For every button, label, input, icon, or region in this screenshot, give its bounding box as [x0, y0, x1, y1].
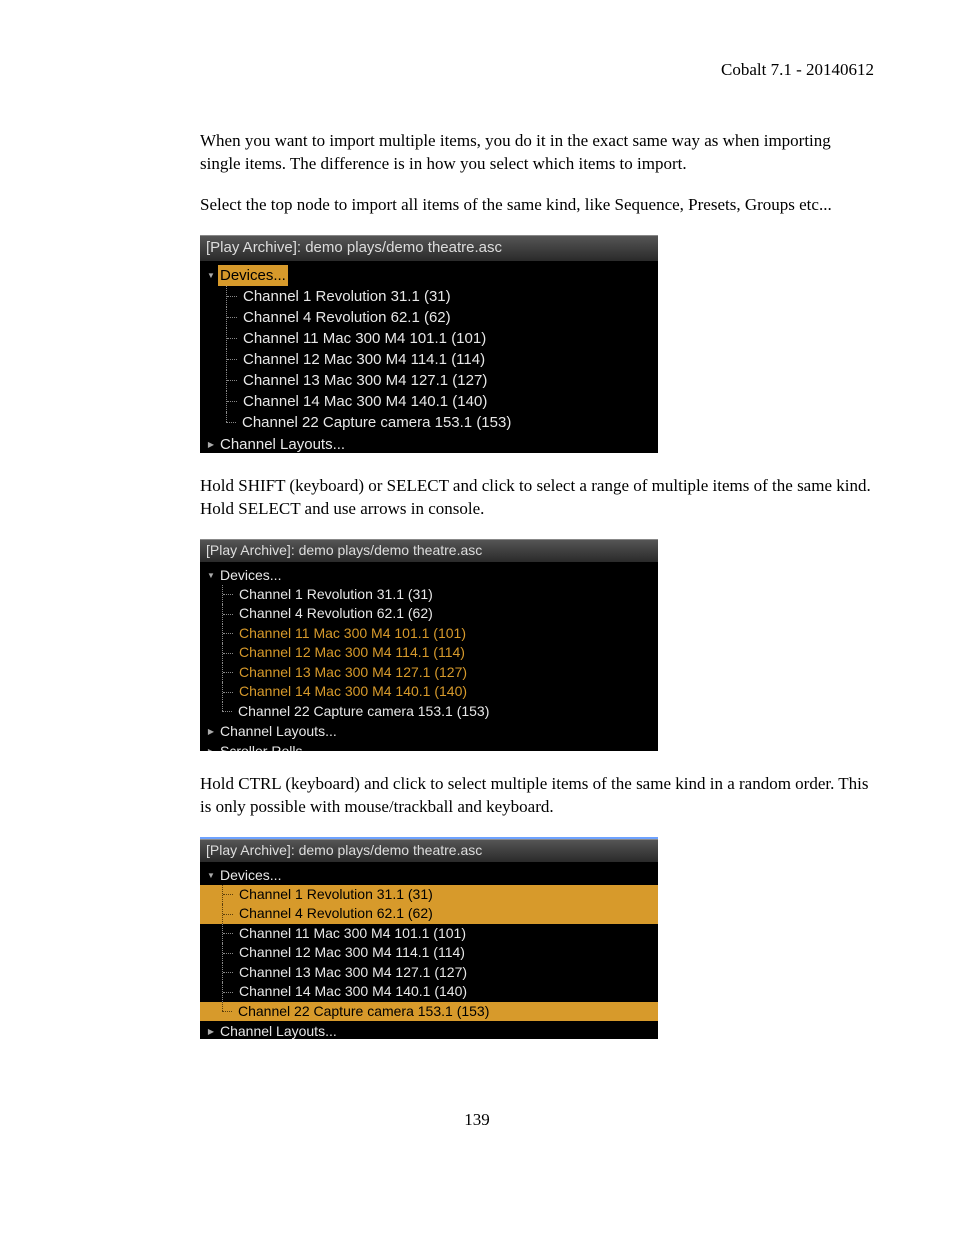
tree-item[interactable]: Channel 13 Mac 300 M4 127.1 (127) [200, 663, 658, 683]
tree-item[interactable]: Channel 12 Mac 300 M4 114.1 (114) [200, 643, 658, 663]
paragraph: When you want to import multiple items, … [200, 130, 874, 176]
category-label: Channel Layouts... [218, 722, 339, 741]
tree-item[interactable]: Channel 11 Mac 300 M4 101.1 (101) [200, 924, 658, 944]
paragraph: Hold CTRL (keyboard) and click to select… [200, 773, 874, 819]
tree-item[interactable]: Channel 1 Revolution 31.1 (31) [200, 286, 658, 307]
paragraph: Hold SHIFT (keyboard) or SELECT and clic… [200, 475, 874, 521]
tree-item[interactable]: Channel 11 Mac 300 M4 101.1 (101) [200, 328, 658, 349]
page-header: Cobalt 7.1 - 20140612 [200, 60, 874, 80]
tree-item[interactable]: Channel 4 Revolution 62.1 (62) [200, 904, 658, 924]
chevron-right-icon[interactable] [206, 434, 216, 453]
tree-item[interactable]: Channel 13 Mac 300 M4 127.1 (127) [200, 370, 658, 391]
tree-item[interactable]: Channel 12 Mac 300 M4 114.1 (114) [200, 943, 658, 963]
tree-item[interactable]: Channel 14 Mac 300 M4 140.1 (140) [200, 391, 658, 412]
archive-panel-1: [Play Archive]: demo plays/demo theatre.… [200, 235, 658, 453]
chevron-right-icon[interactable] [206, 742, 216, 751]
paragraph: Select the top node to import all items … [200, 194, 874, 217]
tree-category-devices[interactable]: Devices... [200, 565, 658, 585]
chevron-down-icon[interactable] [206, 265, 216, 286]
category-label: Devices... [218, 566, 283, 585]
category-label: Channel Layouts... [218, 434, 347, 453]
tree: Devices... Channel 1 Revolution 31.1 (31… [200, 863, 658, 1039]
tree-category-devices[interactable]: Devices... [200, 264, 658, 286]
chevron-down-icon[interactable] [206, 566, 216, 585]
tree-item[interactable]: Channel 22 Capture camera 153.1 (153) [200, 412, 658, 433]
tree-item[interactable]: Channel 12 Mac 300 M4 114.1 (114) [200, 349, 658, 370]
tree-item[interactable]: Channel 4 Revolution 62.1 (62) [200, 604, 658, 624]
chevron-down-icon[interactable] [206, 866, 216, 885]
tree: Devices... Channel 1 Revolution 31.1 (31… [200, 563, 658, 751]
category-label: Devices... [218, 866, 283, 885]
tree-category-devices[interactable]: Devices... [200, 865, 658, 885]
tree-item[interactable]: Channel 22 Capture camera 153.1 (153) [200, 702, 658, 722]
chevron-right-icon[interactable] [206, 1022, 216, 1039]
category-label: Devices... [218, 265, 288, 286]
tree-category-layouts[interactable]: Channel Layouts... [200, 433, 658, 453]
tree-item[interactable]: Channel 14 Mac 300 M4 140.1 (140) [200, 982, 658, 1002]
chevron-right-icon[interactable] [206, 722, 216, 741]
window-title: [Play Archive]: demo plays/demo theatre.… [200, 539, 658, 563]
category-label: Scroller Rolls... [218, 742, 316, 751]
tree-category-scroller[interactable]: Scroller Rolls... [200, 741, 658, 751]
tree-item[interactable]: Channel 14 Mac 300 M4 140.1 (140) [200, 682, 658, 702]
document-page: Cobalt 7.1 - 20140612 When you want to i… [0, 0, 954, 1235]
archive-panel-2: [Play Archive]: demo plays/demo theatre.… [200, 539, 658, 751]
tree-category-layouts[interactable]: Channel Layouts... [200, 1021, 658, 1039]
archive-panel-3: [Play Archive]: demo plays/demo theatre.… [200, 837, 658, 1039]
page-number: 139 [0, 1110, 954, 1130]
tree-item[interactable]: Channel 11 Mac 300 M4 101.1 (101) [200, 624, 658, 644]
tree-item[interactable]: Channel 13 Mac 300 M4 127.1 (127) [200, 963, 658, 983]
tree-item[interactable]: Channel 22 Capture camera 153.1 (153) [200, 1002, 658, 1022]
tree: Devices... Channel 1 Revolution 31.1 (31… [200, 262, 658, 453]
tree-category-layouts[interactable]: Channel Layouts... [200, 721, 658, 741]
category-label: Channel Layouts... [218, 1022, 339, 1039]
tree-item[interactable]: Channel 1 Revolution 31.1 (31) [200, 585, 658, 605]
tree-item[interactable]: Channel 1 Revolution 31.1 (31) [200, 885, 658, 905]
window-title: [Play Archive]: demo plays/demo theatre.… [200, 839, 658, 863]
window-title: [Play Archive]: demo plays/demo theatre.… [200, 235, 658, 262]
tree-item[interactable]: Channel 4 Revolution 62.1 (62) [200, 307, 658, 328]
